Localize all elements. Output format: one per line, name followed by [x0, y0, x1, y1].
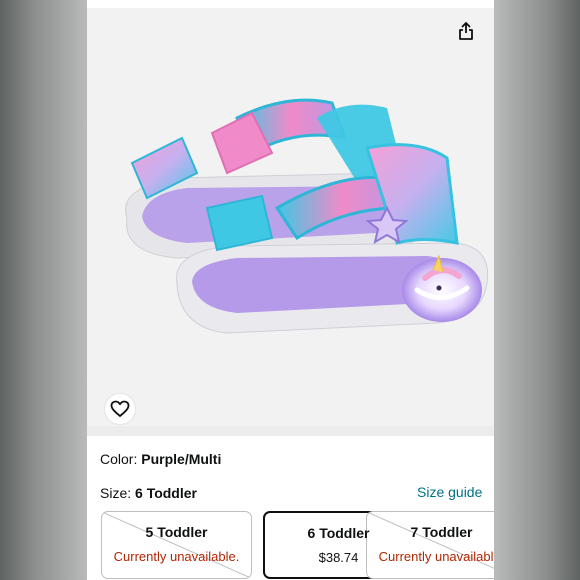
size-option-name: 6 Toddler [307, 525, 370, 541]
size-guide-link[interactable]: Size guide [417, 484, 482, 500]
size-value: 6 Toddler [135, 485, 197, 501]
color-selection: Color: Purple/Multi [100, 451, 221, 467]
unavailable-slash [102, 512, 251, 578]
size-label: Size: [100, 485, 132, 501]
share-button[interactable] [451, 16, 481, 46]
size-option-name: 7 Toddler [410, 524, 473, 540]
size-option-name: 5 Toddler [145, 524, 208, 540]
share-icon [459, 22, 473, 40]
size-option-5-toddler[interactable]: 5 Toddler Currently unavailable. [101, 511, 252, 579]
size-selection: Size: 6 Toddler [100, 485, 197, 501]
product-page: Color: Purple/Multi Size: 6 Toddler Size… [87, 0, 494, 580]
size-option-7-toddler[interactable]: 7 Toddler Currently unavailable. [366, 511, 494, 579]
size-options: 5 Toddler Currently unavailable. 6 Toddl… [101, 511, 494, 579]
favorite-button[interactable] [105, 394, 135, 424]
section-divider [87, 426, 494, 436]
unavailable-slash [367, 512, 494, 569]
size-option-price: $38.74 [318, 550, 359, 565]
product-image [125, 98, 489, 334]
heart-icon [110, 400, 130, 417]
product-image-gallery[interactable] [87, 8, 494, 426]
color-label: Color: [100, 451, 138, 467]
background-blur-right [494, 0, 580, 580]
color-value: Purple/Multi [141, 451, 222, 467]
size-option-availability: Currently unavailable. [378, 549, 494, 564]
size-option-availability: Currently unavailable. [113, 549, 240, 564]
background-blur-left [0, 0, 87, 580]
